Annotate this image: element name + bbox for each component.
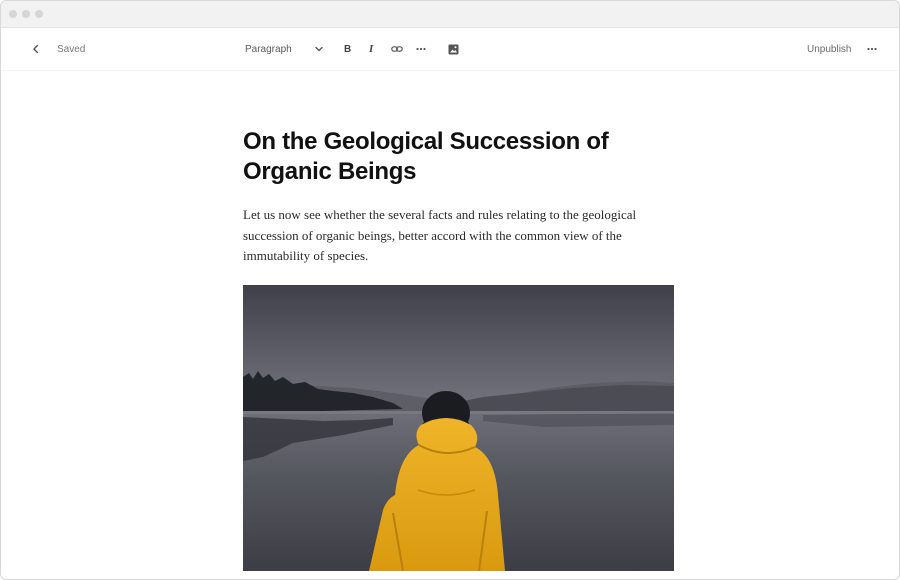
- ellipsis-icon: [416, 47, 426, 51]
- window-minimize-dot[interactable]: [22, 10, 30, 18]
- block-type-select[interactable]: Paragraph: [245, 28, 324, 70]
- italic-button[interactable]: I: [369, 28, 373, 70]
- post-image[interactable]: [243, 285, 674, 571]
- save-status-label: Saved: [57, 43, 86, 55]
- unpublish-label: Unpublish: [807, 43, 852, 55]
- window-zoom-dot[interactable]: [35, 10, 43, 18]
- bold-icon: B: [344, 43, 352, 55]
- post-title[interactable]: On the Geological Succession of Organic …: [243, 127, 674, 187]
- window-close-dot[interactable]: [9, 10, 17, 18]
- post-editor[interactable]: On the Geological Succession of Organic …: [243, 127, 674, 267]
- app-window: Saved Paragraph B I Unpublish On the Geo…: [0, 0, 900, 580]
- insert-image-button[interactable]: [448, 28, 459, 70]
- bold-button[interactable]: B: [344, 28, 351, 70]
- ellipsis-icon: [867, 47, 877, 51]
- back-button[interactable]: [31, 28, 41, 70]
- italic-icon: I: [369, 43, 374, 55]
- chevron-down-icon: [315, 46, 323, 52]
- more-formatting-button[interactable]: [416, 28, 426, 70]
- link-icon: [391, 46, 403, 52]
- save-status: Saved: [57, 28, 85, 70]
- editor-toolbar: Saved Paragraph B I Unpublish: [1, 28, 899, 71]
- image-icon: [448, 44, 459, 54]
- more-options-button[interactable]: [867, 28, 877, 70]
- window-titlebar: [1, 1, 899, 28]
- block-type-label: Paragraph: [245, 43, 292, 55]
- post-paragraph[interactable]: Let us now see whether the several facts…: [243, 205, 674, 267]
- lake-photo: [243, 285, 674, 571]
- unpublish-button[interactable]: Unpublish: [807, 28, 851, 70]
- chevron-left-icon: [33, 44, 39, 54]
- link-button[interactable]: [391, 28, 403, 70]
